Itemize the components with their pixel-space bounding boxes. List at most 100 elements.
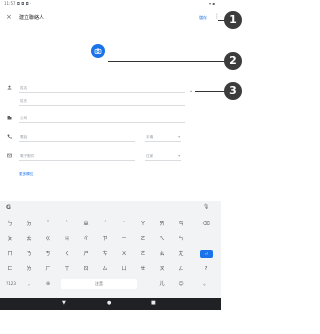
emoji-icon[interactable]: ☺ [174,278,188,290]
email-type-label: 住家 [146,154,154,158]
keyboard-row-2: ㄆ ㄊ ㄍ ㄐ ㄔ ㄗ ㄧ ㄛ ㄟ ㄣ [3,233,218,245]
keyboard: G 🎙 ㄅ ㄉ ˇ ˋ ㄓ ˊ ˙ ㄚ ㄞ ㄢ ⌫ ㄆ ㄊ ㄍ ㄐ ㄔ ㄗ ㄧ … [0,201,221,298]
key[interactable]: 儿 [155,278,169,290]
email-placeholder: 電子郵件 [20,154,35,158]
key[interactable]: ㄤ [174,248,188,260]
google-icon[interactable]: G [6,204,11,211]
home-icon[interactable]: ● [107,300,111,306]
key[interactable]: ㄍ [41,233,55,245]
key[interactable]: ˙ [117,218,131,230]
key[interactable]: ㄣ [174,233,188,245]
key[interactable]: ㄇ [3,248,17,260]
key[interactable]: ㄈ [3,263,17,275]
key[interactable]: ㄊ [22,233,36,245]
key[interactable]: ㄚ [136,218,150,230]
phone-icon [7,134,12,141]
phone-field[interactable]: 電話 [19,133,135,142]
key[interactable]: ㄒ [60,263,74,275]
key[interactable]: ㄖ [79,263,93,275]
bottom-bezel [0,310,221,334]
keyboard-row-4: ㄈ ㄌ ㄏ ㄒ ㄖ ㄙ ㄩ ㄝ ㄡ ㄥ ? [3,263,218,275]
email-icon [7,153,12,160]
key[interactable]: ㄧ [117,233,131,245]
numbers-key[interactable]: ?123 [3,278,19,290]
surname-field[interactable]: 姓氏 [19,97,185,106]
callout-marker-2: 2 [224,52,242,70]
tablet-screen: 11:57 ◘ ◘ ◘ · ▾ ▪ × 建立聯絡人 儲存 ⋮ 姓名 ⌄ 姓氏 公… [0,0,221,334]
close-icon[interactable]: × [6,13,12,21]
status-icons: ▾ ▪ [209,1,215,6]
phone-placeholder: 電話 [20,135,28,139]
key[interactable]: ㄐ [60,233,74,245]
keyboard-row-5: ?123 , ⊕ 注音 儿 ☺ 。 [3,278,218,290]
backspace-key[interactable]: ⌫ [199,218,213,230]
key[interactable]: ㄉ [22,218,36,230]
key[interactable]: ? [199,263,213,275]
key[interactable]: ㄠ [155,248,169,260]
period-key[interactable]: 。 [199,278,213,290]
expand-name-icon[interactable]: ⌄ [189,88,193,94]
key[interactable]: ㄘ [98,248,112,260]
microphone-icon[interactable]: 🎙 [203,204,209,210]
key[interactable]: ㄔ [79,233,93,245]
key[interactable]: ㄜ [136,248,150,260]
key[interactable]: ㄓ [79,218,93,230]
comma-key[interactable]: , [22,278,36,290]
name-field[interactable]: 姓名 [19,84,185,93]
status-time: 11:57 ◘ ◘ ◘ · [4,1,32,6]
key[interactable]: ㄅ [3,218,17,230]
key[interactable]: ㄟ [155,233,169,245]
key[interactable]: ㄕ [79,248,93,260]
callout-line [108,61,228,62]
key[interactable]: ㄡ [155,263,169,275]
key[interactable]: ㄋ [22,248,36,260]
camera-icon [94,48,102,54]
add-photo-button[interactable] [91,44,105,58]
key[interactable]: ˋ [60,218,74,230]
company-icon [7,115,12,122]
recents-icon[interactable]: ■ [151,300,156,306]
key[interactable]: ㄝ [136,263,150,275]
key[interactable]: ㄨ [117,248,131,260]
more-fields-link[interactable]: 更多欄位 [19,172,33,177]
name-placeholder: 姓名 [20,86,28,90]
more-options-icon[interactable]: ⋮ [214,13,220,20]
key[interactable]: ㄛ [136,233,150,245]
enter-key[interactable]: ⏎ [200,250,213,258]
callout-marker-3: 3 [224,82,242,100]
surname-placeholder: 姓氏 [20,99,28,103]
chevron-down-icon: ▾ [178,135,180,139]
key[interactable]: ㄏ [41,263,55,275]
person-icon [7,85,12,92]
save-button[interactable]: 儲存 [199,15,207,21]
key[interactable]: ㄢ [174,218,188,230]
page-title: 建立聯絡人 [19,15,45,21]
space-key[interactable]: 注音 [61,279,137,289]
company-field[interactable]: 公司 [19,114,185,123]
key[interactable]: ㄗ [98,233,112,245]
key[interactable]: ㄙ [98,263,112,275]
key[interactable]: ˊ [98,218,112,230]
chevron-down-icon: ▾ [178,154,180,158]
keyboard-toolbar: G 🎙 [0,201,221,215]
globe-icon[interactable]: ⊕ [41,278,55,290]
keyboard-row-3: ㄇ ㄋ ㄎ ㄑ ㄕ ㄘ ㄨ ㄜ ㄠ ㄤ ⏎ [3,248,218,260]
page: 11:57 ◘ ◘ ◘ · ▾ ▪ × 建立聯絡人 儲存 ⋮ 姓名 ⌄ 姓氏 公… [0,0,249,334]
email-field[interactable]: 電子郵件 [19,152,135,161]
key[interactable]: ㄌ [22,263,36,275]
key[interactable]: ㄑ [60,248,74,260]
app-bar: × 建立聯絡人 儲存 ⋮ [0,10,221,26]
back-icon[interactable]: ▼ [62,300,66,306]
phone-type-label: 手機 [146,135,154,139]
company-placeholder: 公司 [20,116,28,120]
key[interactable]: ㄞ [155,218,169,230]
key[interactable]: ㄆ [3,233,17,245]
phone-type-select[interactable]: 手機 ▾ [145,133,181,142]
callout-marker-1: 1 [224,11,242,29]
key[interactable]: ˇ [41,218,55,230]
navigation-bar: ▼ ● ■ [0,298,221,310]
key[interactable]: ㄩ [117,263,131,275]
email-type-select[interactable]: 住家 ▾ [145,152,181,161]
key[interactable]: ㄥ [174,263,188,275]
key[interactable]: ㄎ [41,248,55,260]
